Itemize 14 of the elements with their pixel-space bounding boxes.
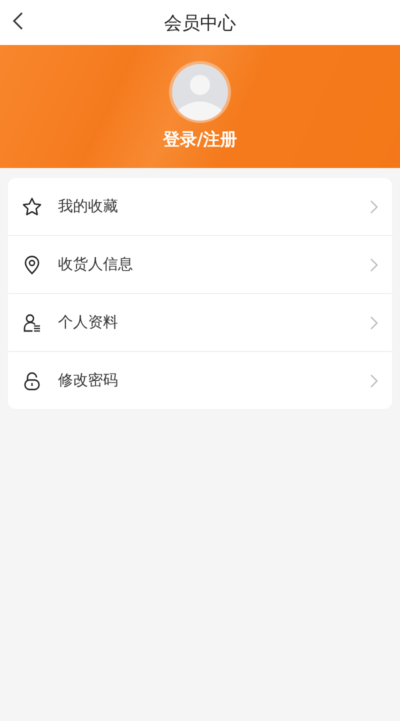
chevron-right-icon [370,316,378,330]
back-icon[interactable] [12,11,24,31]
lock-icon [22,370,42,390]
user-list-icon [22,312,42,332]
chevron-right-icon [370,258,378,272]
chevron-right-icon [370,374,378,388]
menu-item[interactable]: 个人资料 [8,294,392,352]
menu-item[interactable]: 收货人信息 [8,236,392,294]
star-icon [22,196,42,216]
page-title: 会员中心 [164,12,236,34]
chevron-right-icon [370,200,378,214]
menu-item[interactable]: 修改密码 [8,352,392,409]
menu-item[interactable]: 我的收藏 [8,178,392,236]
location-pin-icon [22,254,42,274]
